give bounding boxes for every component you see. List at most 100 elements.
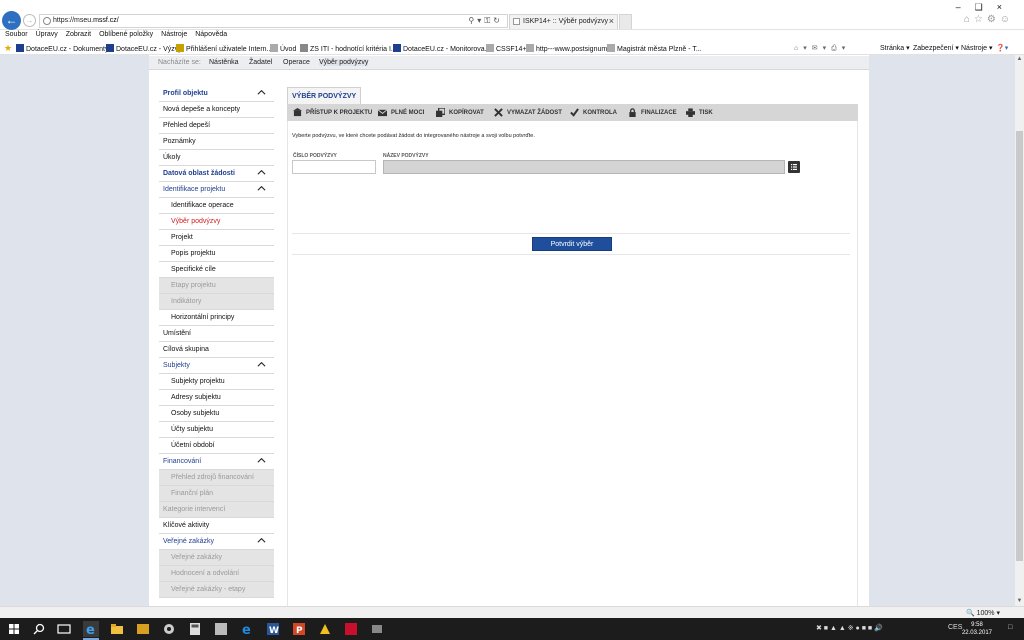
chevron-up-icon[interactable] <box>257 537 266 545</box>
content-area <box>287 121 858 606</box>
window-controls[interactable]: –❑× <box>956 2 1016 13</box>
sidebar-item-poznamky[interactable]: Poznámky <box>159 134 274 150</box>
breadcrumb-item[interactable]: Nástěnka <box>209 59 239 66</box>
menu-item[interactable]: Soubor <box>0 30 31 38</box>
acrobat-icon[interactable] <box>343 621 359 637</box>
sidebar-item-ucetni-obdobi[interactable]: Účetní období <box>159 438 274 454</box>
sidebar-item-projekt[interactable]: Projekt <box>159 230 274 246</box>
browser-tab[interactable]: ISKP14+ :: Výběr podvýzvy × <box>509 14 618 29</box>
browser-tool-icons[interactable]: ⌂☆⚙☺ <box>964 14 1014 25</box>
sidebar-item-umisteni[interactable]: Umístění <box>159 326 274 342</box>
sidebar-item-identifikace-operace[interactable]: Identifikace operace <box>159 198 274 214</box>
sidebar-item-label: Indikátory <box>171 298 202 305</box>
sidebar-item-specificke-cile[interactable]: Specifické cíle <box>159 262 274 278</box>
chevron-up-icon[interactable] <box>257 89 266 97</box>
url-controls-icon[interactable]: ⚲▾⚿↻ <box>468 16 503 26</box>
menu-item[interactable]: Zobrazit <box>61 30 94 38</box>
page-menu[interactable]: Stránka ▾ <box>880 44 910 52</box>
svg-text:W: W <box>269 626 279 636</box>
favorite-link[interactable]: Přihlášení uživatele Intern... <box>176 44 272 53</box>
subcall-number-input[interactable] <box>292 160 376 174</box>
printer-icon <box>686 108 695 117</box>
favorite-link[interactable]: DotaceEU.cz - Dokumenty <box>16 44 108 53</box>
internet-explorer-icon[interactable]: e <box>83 621 99 640</box>
browser-status-bar: 🔍 100% ▾ <box>0 606 1024 618</box>
task-view-icon[interactable] <box>56 621 72 637</box>
sidebar-item-osoby-subjektu[interactable]: Osoby subjektu <box>159 406 274 422</box>
sidebar-section-identifikace-projektu[interactable]: Identifikace projektu <box>159 182 274 198</box>
divider <box>292 254 850 255</box>
sidebar-item-ukoly[interactable]: Úkoly <box>159 150 274 166</box>
sidebar-item-horizontalni-principy[interactable]: Horizontální principy <box>159 310 274 326</box>
scrollbar-thumb[interactable] <box>1016 131 1023 561</box>
search-icon[interactable] <box>31 621 47 637</box>
sidebar-item-vyber-podvyzvy[interactable]: Výběr podvýzvy <box>159 214 274 230</box>
sidebar-item-cilova-skupina[interactable]: Cílová skupina <box>159 342 274 358</box>
menu-item[interactable]: Úpravy <box>31 30 61 38</box>
breadcrumb-item[interactable]: Žadatel <box>249 59 272 66</box>
subcall-name-select[interactable] <box>383 160 785 174</box>
sidebar-item-klicove-aktivity[interactable]: Klíčové aktivity <box>159 518 274 534</box>
favorites-star-icon[interactable]: ★ <box>4 43 12 54</box>
svg-text:e: e <box>86 623 95 637</box>
breadcrumb-item[interactable]: Operace <box>283 59 310 66</box>
edge-icon[interactable]: e <box>239 621 255 638</box>
favorite-link[interactable]: http---www.postsignum <box>526 44 607 53</box>
sidebar-section-verejne-zakazky[interactable]: Veřejné zakázky <box>159 534 274 550</box>
menu-item[interactable]: Oblíbené položky <box>94 30 156 38</box>
sidebar-item-nova-depese-a-koncepty[interactable]: Nová depeše a koncepty <box>159 102 274 118</box>
menu-item[interactable]: Nástroje <box>156 30 190 38</box>
scroll-up-icon[interactable]: ▲ <box>1015 55 1024 64</box>
word-icon[interactable]: W <box>265 621 281 637</box>
chevron-up-icon[interactable] <box>257 185 266 193</box>
url-field[interactable]: https://mseu.mssf.cz/ ⚲▾⚿↻ <box>39 14 508 28</box>
sidebar-item-ucty-subjektu[interactable]: Účty subjektu <box>159 422 274 438</box>
tools-menu[interactable]: Nástroje ▾ <box>961 44 993 52</box>
sidebar-item-adresy-subjektu[interactable]: Adresy subjektu <box>159 390 274 406</box>
list-picker-button[interactable] <box>788 161 800 173</box>
favorite-link[interactable]: Úvod <box>270 44 296 53</box>
tab-close-icon[interactable]: × <box>609 16 614 26</box>
menu-item[interactable]: Nápověda <box>190 30 230 38</box>
back-button[interactable]: ← <box>2 11 21 30</box>
sidebar-section-profil-objektu[interactable]: Profil objektu <box>159 86 274 102</box>
sidebar-section-subjekty[interactable]: Subjekty <box>159 358 274 374</box>
help-icon[interactable]: ❓▾ <box>996 44 1008 52</box>
system-tray-icons[interactable]: ✖ ■ ▲ ▲ ※ ● ■ ■ 🔊 <box>816 624 883 632</box>
app-icon[interactable] <box>369 621 385 637</box>
scroll-down-icon[interactable]: ▼ <box>1015 597 1024 606</box>
language-indicator[interactable]: CES <box>948 624 962 631</box>
sidebar-section-financovani[interactable]: Financování <box>159 454 274 470</box>
favorite-link[interactable]: DotaceEU.cz - Monitorova... <box>393 44 491 53</box>
chevron-up-icon[interactable] <box>257 361 266 369</box>
clock[interactable]: 9:58 22.03.2017 <box>962 621 992 637</box>
favorite-link[interactable]: CSSF14+ <box>486 44 527 53</box>
favorite-link[interactable]: Magistrát města Plzně - T... <box>607 44 702 53</box>
new-tab-button[interactable] <box>619 14 632 29</box>
confirm-selection-button[interactable]: Potvrdit výběr <box>532 237 612 251</box>
page-scrollbar[interactable]: ▲ ▼ <box>1015 55 1024 606</box>
sidebar-item-subjekty-projektu[interactable]: Subjekty projektu <box>159 374 274 390</box>
sidebar-section-datova-oblast-zadosti[interactable]: Datová oblast žádosti <box>159 166 274 182</box>
security-menu[interactable]: Zabezpečení ▾ <box>913 44 959 52</box>
app-icon[interactable] <box>213 621 229 637</box>
favorite-link[interactable]: ZS ITI - hodnotící kritéria I... <box>300 44 397 53</box>
command-bar-icons[interactable]: ⌂▾✉▾⎙▾ <box>794 44 850 53</box>
svg-text:P: P <box>296 626 303 636</box>
chevron-up-icon[interactable] <box>257 169 266 177</box>
sidebar-item-popis-projektu[interactable]: Popis projektu <box>159 246 274 262</box>
notifications-icon[interactable]: □ <box>1008 624 1012 631</box>
sidebar-item-prehled-depesi[interactable]: Přehled depeší <box>159 118 274 134</box>
chevron-up-icon[interactable] <box>257 457 266 465</box>
favorite-link[interactable]: DotaceEU.cz - Výzvy <box>106 44 182 53</box>
calculator-icon[interactable] <box>187 621 203 637</box>
windows-start-icon[interactable] <box>6 621 22 637</box>
zoom-level[interactable]: 🔍 100% ▾ <box>966 609 1000 617</box>
settings-icon[interactable] <box>161 621 177 637</box>
forward-button[interactable]: → <box>23 14 36 27</box>
app-icon[interactable] <box>317 621 333 637</box>
file-explorer-icon[interactable] <box>109 621 125 637</box>
powerpoint-icon[interactable]: P <box>291 621 307 637</box>
outlook-icon[interactable] <box>135 621 151 637</box>
sidebar-item-label: Výběr podvýzvy <box>171 218 221 225</box>
